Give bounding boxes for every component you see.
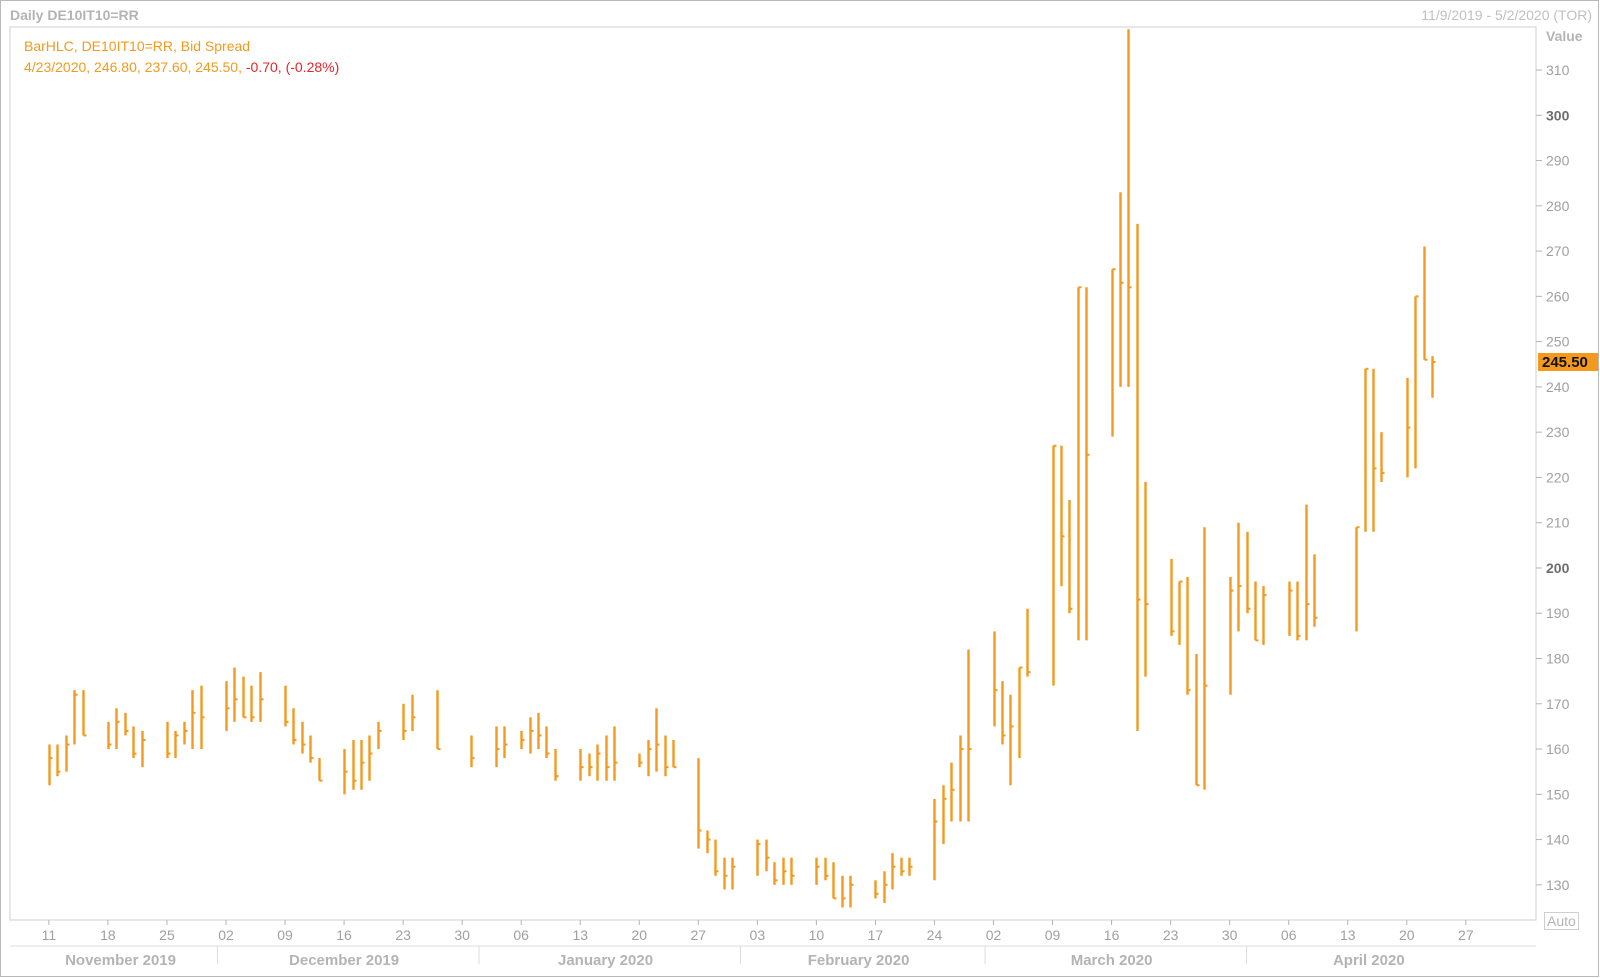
x-tick-label: 11 [42, 927, 57, 943]
y-tick-label: 220 [1546, 469, 1570, 485]
x-tick-label: 13 [1340, 927, 1356, 943]
y-tick-label: 210 [1546, 515, 1570, 531]
x-tick-label: 23 [395, 927, 411, 943]
x-tick-label: 30 [1222, 927, 1238, 943]
x-tick-label: 18 [100, 927, 116, 943]
y-tick-label: 170 [1546, 696, 1570, 712]
x-tick-label: 02 [986, 927, 1002, 943]
y-tick-label: 190 [1546, 605, 1570, 621]
month-label: March 2020 [1071, 952, 1153, 969]
value-axis-label: Value [1546, 28, 1583, 44]
y-tick-label: 130 [1546, 877, 1570, 893]
y-tick-label: 250 [1546, 334, 1570, 350]
x-tick-label: 25 [159, 927, 175, 943]
x-tick-label: 10 [809, 927, 825, 943]
month-label: January 2020 [558, 952, 653, 969]
y-tick-label: 200 [1546, 560, 1570, 576]
y-tick-label: 240 [1546, 379, 1570, 395]
x-tick-label: 20 [1399, 927, 1415, 943]
month-label: February 2020 [808, 952, 910, 969]
x-tick-label: 17 [868, 927, 884, 943]
x-tick-label: 20 [631, 927, 647, 943]
y-tick-label: 230 [1546, 424, 1570, 440]
x-tick-label: 16 [336, 927, 352, 943]
x-tick-label: 30 [454, 927, 470, 943]
y-tick-label: 300 [1546, 107, 1570, 123]
y-tick-label: 180 [1546, 650, 1570, 666]
month-label: April 2020 [1333, 952, 1405, 969]
x-tick-label: 06 [1281, 927, 1297, 943]
x-tick-label: 02 [218, 927, 234, 943]
x-tick-label: 27 [691, 927, 707, 943]
legend-change: -0.70, (-0.28%) [245, 59, 340, 75]
x-tick-label: 09 [1045, 927, 1061, 943]
last-price-label: 245.50 [1542, 354, 1588, 371]
grid-layer [9, 26, 1537, 947]
y-tick-label: 310 [1546, 62, 1570, 78]
month-label: December 2019 [289, 952, 399, 969]
y-tick-label: 290 [1546, 153, 1570, 169]
legend-ohlc-values: 4/23/2020, 246.80, 237.60, 245.50, [24, 59, 246, 75]
y-tick-label: 140 [1546, 832, 1570, 848]
y-tick-label: 270 [1546, 243, 1570, 259]
bars-layer [48, 29, 1436, 908]
price-chart[interactable]: 1301401501601701801902002102202302402502… [0, 0, 1600, 978]
legend-values-line: 4/23/2020, 246.80, 237.60, 245.50, -0.70… [24, 59, 339, 75]
x-tick-label: 03 [750, 927, 766, 943]
x-tick-label: 06 [513, 927, 529, 943]
legend-series-line: BarHLC, DE10IT10=RR, Bid Spread [24, 38, 251, 54]
x-tick-label: 24 [927, 927, 943, 943]
month-label: November 2019 [65, 952, 176, 969]
x-tick-label: 13 [572, 927, 588, 943]
x-tick-label: 23 [1163, 927, 1179, 943]
x-tick-label: 16 [1104, 927, 1120, 943]
auto-scale-button[interactable]: Auto [1544, 912, 1579, 930]
x-tick-label: 27 [1458, 927, 1474, 943]
plot-area [9, 26, 1537, 921]
y-tick-label: 260 [1546, 288, 1570, 304]
y-tick-label: 160 [1546, 741, 1570, 757]
y-tick-label: 150 [1546, 786, 1570, 802]
x-tick-label: 09 [277, 927, 293, 943]
y-tick-label: 280 [1546, 198, 1570, 214]
